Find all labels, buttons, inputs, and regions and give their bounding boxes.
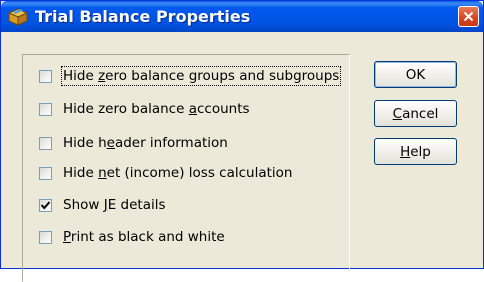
close-button[interactable] <box>458 6 479 27</box>
app-icon <box>7 7 29 27</box>
option-label: Show JE details <box>63 197 166 213</box>
checkbox[interactable] <box>39 230 52 244</box>
checkbox[interactable] <box>39 198 52 212</box>
option-label: Hide zero balance groups and subgroups <box>60 66 342 86</box>
option-hide-header-information[interactable]: Hide header information <box>39 133 228 153</box>
ok-button[interactable]: OK <box>374 61 457 88</box>
checkmark-icon <box>40 200 51 209</box>
option-label: Hide header information <box>63 135 228 151</box>
help-button[interactable]: Help <box>374 138 457 165</box>
option-hide-zero-balance-accounts[interactable]: Hide zero balance accounts <box>39 99 250 119</box>
close-icon <box>463 11 474 22</box>
checkbox[interactable] <box>39 102 52 116</box>
option-hide-net-income-loss-calculation[interactable]: Hide net (income) loss calculation <box>39 163 292 183</box>
dialog-window: Trial Balance Properties Hide zero balan… <box>0 0 484 282</box>
option-hide-zero-balance-groups[interactable]: Hide zero balance groups and subgroups <box>39 66 342 86</box>
checkbox[interactable] <box>39 69 52 83</box>
option-label: Hide zero balance accounts <box>63 101 250 117</box>
cancel-button[interactable]: Cancel <box>374 100 457 127</box>
option-label: Print as black and white <box>63 229 225 245</box>
option-print-black-and-white[interactable]: Print as black and white <box>39 227 225 247</box>
option-label: Hide net (income) loss calculation <box>63 165 293 181</box>
checkbox[interactable] <box>39 136 52 150</box>
checkbox[interactable] <box>39 166 52 180</box>
dialog-body: Hide zero balance groups and subgroups H… <box>1 32 483 282</box>
window-title: Trial Balance Properties <box>35 7 251 26</box>
title-bar[interactable]: Trial Balance Properties <box>1 1 483 32</box>
option-show-je-details[interactable]: Show JE details <box>39 195 166 215</box>
